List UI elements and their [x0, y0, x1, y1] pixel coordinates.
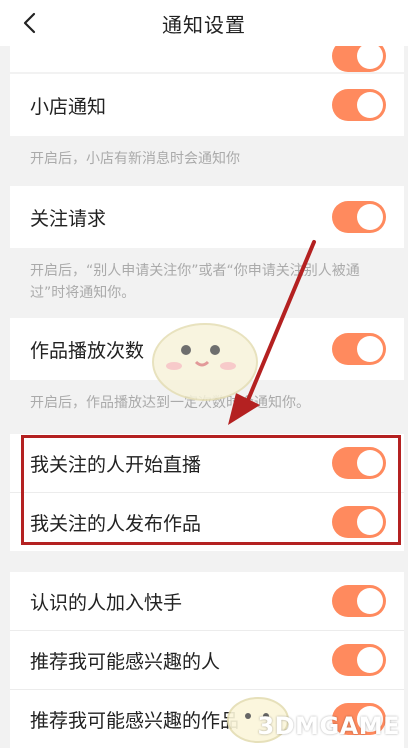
- row-label: 作品播放次数: [30, 339, 145, 362]
- acquaintance-joined-toggle[interactable]: [332, 585, 386, 617]
- row-label: 推荐我可能感兴趣的作品: [30, 709, 240, 732]
- page-title: 通知设置: [162, 12, 246, 37]
- row-label: 推荐我可能感兴趣的人: [30, 650, 221, 673]
- recommend-people-toggle[interactable]: [332, 644, 386, 676]
- shop-notification-toggle[interactable]: [332, 89, 386, 121]
- toggle-knob: [357, 92, 383, 118]
- notification-settings-page: 通知设置 小店通知 开启后，小店有新消息时会通知你 关注请求 开启后，“别人申请…: [0, 0, 408, 748]
- row-label: 我关注的人开始直播: [30, 453, 202, 476]
- row-description: 开启后，小店有新消息时会通知你: [30, 151, 240, 167]
- toggle-knob: [357, 509, 383, 535]
- row-description: 开启后，作品播放达到一定次数时会通知你。: [30, 395, 310, 411]
- settings-row-followed-post: 我关注的人发布作品: [10, 493, 404, 551]
- settings-row-shop-notification: 小店通知: [10, 74, 404, 136]
- follow-request-toggle[interactable]: [332, 201, 386, 233]
- chevron-left-icon: [23, 12, 36, 34]
- toggle-knob: [357, 647, 383, 673]
- settings-row-acquaintance-joined: 认识的人加入快手: [10, 572, 404, 630]
- toggle-knob: [357, 204, 383, 230]
- toggle-knob: [357, 588, 383, 614]
- play-count-toggle[interactable]: [332, 333, 386, 365]
- watermark-logo: 3DMGAME: [257, 712, 400, 740]
- toggle-knob: [357, 450, 383, 476]
- followed-post-toggle[interactable]: [332, 506, 386, 538]
- back-button[interactable]: [14, 8, 44, 38]
- settings-row-followed-live: 我关注的人开始直播: [10, 434, 404, 492]
- row-label: 我关注的人发布作品: [30, 512, 202, 535]
- row-label: 认识的人加入快手: [30, 591, 183, 614]
- row-label: 小店通知: [30, 95, 107, 118]
- settings-row-play-count: 作品播放次数: [10, 318, 404, 380]
- row-label: 关注请求: [30, 207, 107, 230]
- row-description: 开启后，“别人申请关注你”或者“你申请关注别人被通过”时将通知你。: [30, 263, 360, 301]
- followed-live-toggle[interactable]: [332, 447, 386, 479]
- settings-row-follow-request: 关注请求: [10, 186, 404, 248]
- toggle-knob: [357, 43, 383, 69]
- toggle-knob: [357, 336, 383, 362]
- top-nav-bar: 通知设置: [0, 0, 408, 46]
- settings-row-recommend-people: 推荐我可能感兴趣的人: [10, 631, 404, 689]
